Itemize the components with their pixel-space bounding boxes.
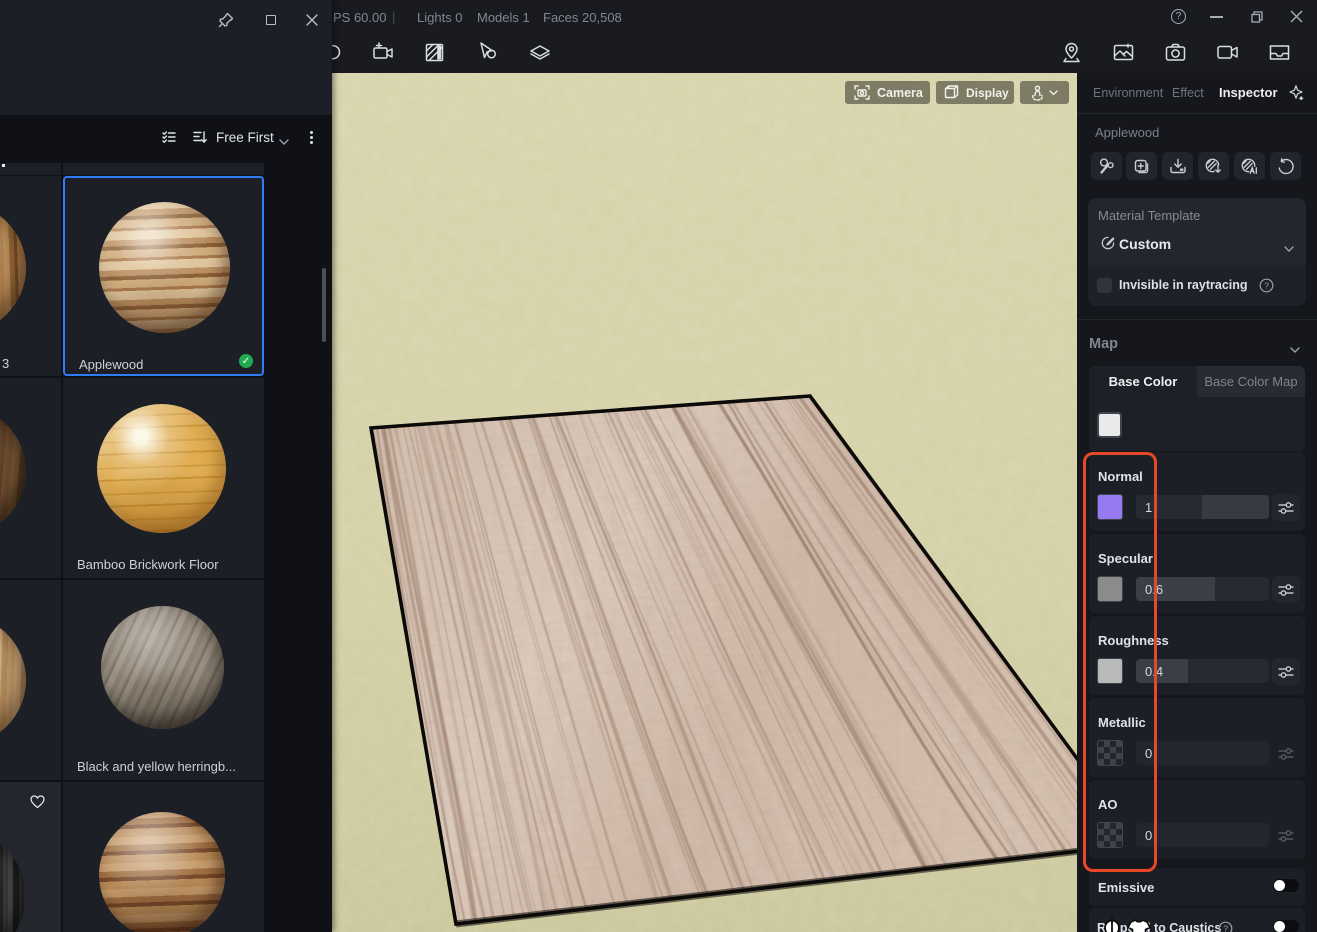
svg-text:?: ? [1223,924,1228,932]
svg-text:?: ? [1264,281,1269,291]
